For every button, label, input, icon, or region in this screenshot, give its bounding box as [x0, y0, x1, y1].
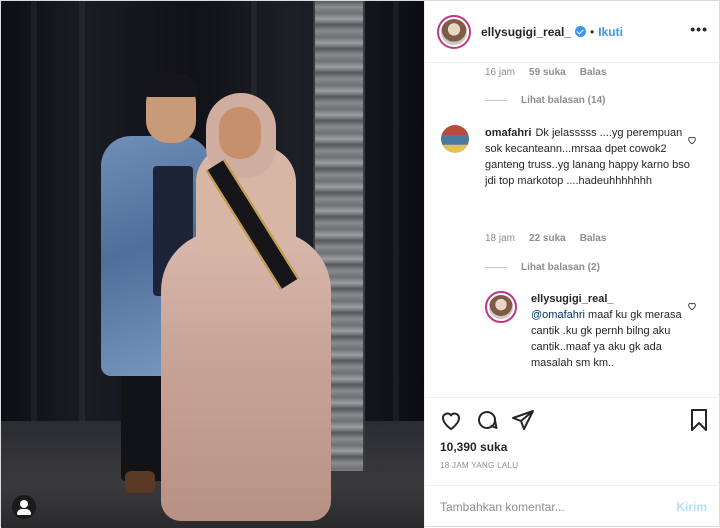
follow-button[interactable]: Ikuti: [598, 25, 623, 39]
woman-dress: [161, 231, 331, 521]
profile-icon[interactable]: [12, 495, 36, 519]
bookmark-icon[interactable]: [687, 408, 711, 432]
likes-count[interactable]: 10,390 suka: [440, 440, 507, 454]
curtain-fold: [31, 1, 37, 431]
comment-icon[interactable]: [475, 408, 499, 432]
comment-time: 16 jam: [485, 67, 516, 78]
comment-item: omafahri Dk jelasssss ....yg perempuan so…: [441, 125, 706, 189]
heart-icon[interactable]: [439, 408, 463, 432]
instagram-post: ellysugigi_real_ • Ikuti ••• 16 jam 59 s…: [0, 0, 720, 528]
author-avatar[interactable]: [437, 14, 471, 49]
heart-icon[interactable]: [687, 301, 697, 311]
reply-item: ellysugigi_real_ @omafahri maaf ku gk me…: [485, 291, 706, 371]
curtain-fold: [79, 1, 85, 431]
author-username[interactable]: ellysugigi_real_: [481, 25, 571, 39]
post-header: ellysugigi_real_ • Ikuti •••: [425, 1, 720, 63]
commenter-avatar[interactable]: [441, 125, 469, 153]
curtain-fold: [393, 1, 399, 431]
add-comment-bar: Kirim: [425, 485, 720, 528]
comment-likes[interactable]: 22 suka: [529, 233, 566, 244]
mention-link[interactable]: @omafahri: [531, 309, 585, 321]
send-button[interactable]: Kirim: [676, 500, 707, 514]
post-side-panel: ellysugigi_real_ • Ikuti ••• 16 jam 59 s…: [424, 1, 720, 528]
comment-likes[interactable]: 59 suka: [529, 67, 566, 78]
replier-avatar[interactable]: [485, 291, 517, 323]
replier-username[interactable]: ellysugigi_real_: [531, 293, 614, 305]
reply-button[interactable]: Balas: [580, 233, 607, 244]
view-replies-link[interactable]: Lihat balasan (14): [485, 95, 605, 106]
share-icon[interactable]: [511, 408, 535, 432]
more-icon[interactable]: •••: [690, 22, 708, 36]
separator-dot: •: [590, 24, 595, 39]
man-shoe: [125, 471, 155, 493]
heart-icon[interactable]: [687, 135, 697, 145]
view-replies-link[interactable]: Lihat balasan (2): [485, 262, 600, 273]
comment-meta: 18 jam 22 suka Balas: [485, 233, 606, 244]
post-actions: 10,390 suka 18 JAM YANG LALU: [425, 397, 720, 477]
commenter-username[interactable]: omafahri: [485, 127, 531, 139]
verified-icon: [575, 26, 587, 37]
post-photo[interactable]: [1, 1, 424, 528]
comment-time: 18 jam: [485, 233, 516, 244]
post-timestamp[interactable]: 18 JAM YANG LALU: [440, 461, 518, 470]
comment-input[interactable]: [440, 500, 677, 514]
comments-list: 16 jam 59 suka Balas Lihat balasan (14) …: [425, 63, 720, 397]
woman-face: [219, 107, 261, 159]
comment-meta: 16 jam 59 suka Balas: [485, 67, 606, 78]
reply-button[interactable]: Balas: [580, 67, 607, 78]
man-hair: [144, 73, 198, 97]
